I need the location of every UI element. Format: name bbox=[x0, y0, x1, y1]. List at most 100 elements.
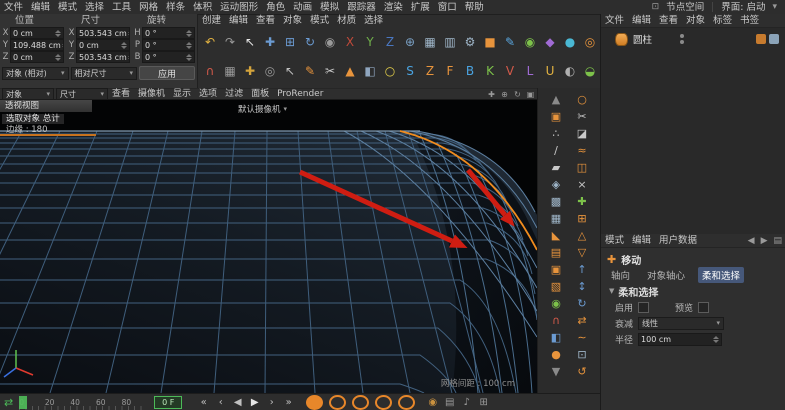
environment-icon[interactable]: ◒ bbox=[580, 59, 600, 83]
size-x-field[interactable]: 503.543 cm bbox=[76, 27, 130, 39]
om-menu-item-5[interactable]: 书签 bbox=[736, 14, 763, 27]
palette-menu-item-3[interactable]: 对象 bbox=[279, 14, 306, 27]
render-picture-icon[interactable]: ▥ bbox=[440, 30, 460, 54]
close-hole-icon[interactable]: ○ bbox=[572, 91, 592, 108]
key-rotation-icon[interactable] bbox=[375, 394, 393, 410]
dissolve-icon[interactable]: × bbox=[572, 176, 592, 193]
main-menu-item-12[interactable]: 跟踪器 bbox=[343, 1, 380, 14]
live-selection-icon[interactable]: ↖ bbox=[240, 30, 260, 54]
main-menu-item-5[interactable]: 网格 bbox=[135, 1, 162, 14]
main-menu-item-9[interactable]: 角色 bbox=[262, 1, 289, 14]
array-icon[interactable]: ⊡ bbox=[572, 346, 592, 363]
plane-cut-icon[interactable]: ◪ bbox=[572, 125, 592, 142]
record-keyframe-icon[interactable] bbox=[306, 394, 324, 410]
loop-cut-icon[interactable]: ≈ bbox=[572, 142, 592, 159]
solo-icon[interactable]: ◎ bbox=[260, 59, 280, 83]
letter-f-icon[interactable]: F bbox=[440, 59, 460, 83]
inner-extrude-icon[interactable]: ▣ bbox=[546, 261, 566, 278]
untriangulate-icon[interactable]: ▽ bbox=[572, 244, 592, 261]
play-icon[interactable]: ▶ bbox=[246, 395, 263, 410]
om-menu-item-1[interactable]: 编辑 bbox=[628, 14, 655, 27]
coord-system-icon[interactable]: ⊕ bbox=[400, 30, 420, 54]
bevel-tool-icon[interactable]: ◣ bbox=[546, 227, 566, 244]
rotation-p-field[interactable]: 0 ° bbox=[142, 39, 195, 51]
undo-icon[interactable]: ↶ bbox=[200, 30, 220, 54]
axis-z-icon[interactable]: Z bbox=[380, 30, 400, 54]
axis-x-icon[interactable]: X bbox=[340, 30, 360, 54]
palette-menu-item-2[interactable]: 查看 bbox=[252, 14, 279, 27]
tab-object-axis[interactable]: 对象轴心 bbox=[643, 267, 689, 283]
main-menu-item-10[interactable]: 动画 bbox=[289, 1, 316, 14]
snap-icon[interactable]: ∩ bbox=[200, 59, 220, 83]
phong-tag-icon[interactable] bbox=[756, 34, 766, 44]
rotation-b-field[interactable]: 0 ° bbox=[142, 51, 195, 63]
viewport-menu-item-6[interactable]: ProRender bbox=[273, 88, 327, 101]
position-x-field[interactable]: 0 cm bbox=[10, 27, 64, 39]
prev-frame-icon[interactable]: ◀ bbox=[229, 395, 246, 410]
light-icon[interactable]: ○ bbox=[380, 59, 400, 83]
viewport-menu-item-5[interactable]: 面板 bbox=[247, 88, 273, 101]
polygon-pen-icon[interactable]: ✎ bbox=[300, 59, 320, 83]
size-y-field[interactable]: 0 cm bbox=[76, 39, 130, 51]
preview-checkbox[interactable] bbox=[698, 301, 710, 313]
rotation-h-field[interactable]: 0 ° bbox=[142, 27, 195, 39]
cube-primitive-icon[interactable]: ■ bbox=[480, 30, 500, 54]
triangulate-icon[interactable]: △ bbox=[572, 227, 592, 244]
pen-spline-icon[interactable]: ✎ bbox=[500, 30, 520, 54]
points-mode-icon[interactable]: ∴ bbox=[546, 125, 566, 142]
optimize-icon[interactable]: ✚ bbox=[572, 193, 592, 210]
history-forward-icon[interactable]: ▶ bbox=[758, 236, 771, 246]
main-menu-item-14[interactable]: 扩展 bbox=[407, 1, 434, 14]
extrude-tool-icon[interactable]: ▤ bbox=[546, 244, 566, 261]
camera-label[interactable]: 默认摄像机 ▾ bbox=[238, 103, 287, 115]
panel-options-icon[interactable]: ▤ bbox=[770, 236, 785, 246]
palette-menu-item-4[interactable]: 模式 bbox=[306, 14, 333, 27]
main-menu-item-16[interactable]: 帮助 bbox=[461, 1, 488, 14]
bend-deformer-icon[interactable]: ◆ bbox=[540, 30, 560, 54]
texture-mode-icon[interactable]: ▩ bbox=[546, 193, 566, 210]
redo-icon[interactable]: ↷ bbox=[220, 30, 240, 54]
letter-z-icon[interactable]: Z bbox=[420, 59, 440, 83]
timeline-ruler[interactable]: 020406080 bbox=[19, 394, 148, 410]
viewport-menu-item-0[interactable]: 查看 bbox=[108, 88, 134, 101]
go-start-icon[interactable]: « bbox=[195, 395, 212, 410]
autokey-icon[interactable]: ◉ bbox=[424, 395, 441, 410]
position-y-field[interactable]: 109.488 cm bbox=[10, 39, 64, 51]
palette-menu-item-5[interactable]: 材质 bbox=[333, 14, 360, 27]
section-collapse-icon[interactable]: ▼ bbox=[609, 287, 614, 295]
mirror-tool-icon[interactable]: ◧ bbox=[546, 329, 566, 346]
palette-menu-item-6[interactable]: 选择 bbox=[360, 14, 387, 27]
am-menu-item-2[interactable]: 用户数据 bbox=[655, 234, 701, 247]
viewport-sub-dropdown-2[interactable]: 尺寸 ▾ bbox=[56, 88, 108, 100]
move-tool-icon[interactable]: ✚ bbox=[260, 30, 280, 54]
knife-icon[interactable]: ✂ bbox=[320, 59, 340, 83]
main-menu-item-7[interactable]: 体积 bbox=[189, 1, 216, 14]
letter-b-icon[interactable]: B bbox=[460, 59, 480, 83]
position-z-field[interactable]: 0 cm bbox=[10, 51, 64, 63]
main-menu-item-13[interactable]: 渲染 bbox=[380, 1, 407, 14]
split-icon[interactable]: ◫ bbox=[572, 159, 592, 176]
go-end-icon[interactable]: » bbox=[280, 395, 297, 410]
magnify-icon[interactable]: ⊞ bbox=[475, 395, 492, 410]
tweak-icon[interactable]: ↖ bbox=[280, 59, 300, 83]
key-parameter-icon[interactable] bbox=[398, 394, 416, 410]
scroll-down-icon[interactable]: ▼ bbox=[546, 363, 566, 380]
tab-axis[interactable]: 轴向 bbox=[607, 267, 634, 283]
line-cut-icon[interactable]: ✂ bbox=[572, 108, 592, 125]
polygons-mode-icon[interactable]: ▰ bbox=[546, 159, 566, 176]
playhead[interactable] bbox=[19, 396, 28, 409]
main-menu-item-1[interactable]: 编辑 bbox=[27, 1, 54, 14]
selection-tag-icon[interactable] bbox=[769, 34, 779, 44]
node-space-selector[interactable]: 节点空间 bbox=[662, 1, 708, 14]
viewport-tab[interactable]: 透视视图 bbox=[0, 100, 92, 112]
key-position-icon[interactable] bbox=[329, 394, 347, 410]
workplane-icon[interactable]: ▦ bbox=[220, 59, 240, 83]
viewport-sub-dropdown-1[interactable]: 对象 ▾ bbox=[2, 88, 54, 100]
field-icon[interactable]: ◎ bbox=[580, 30, 600, 54]
coord-size-dropdown[interactable]: 相对尺寸 ▾ bbox=[70, 66, 137, 80]
visibility-dots[interactable] bbox=[680, 34, 685, 44]
slide-icon[interactable]: ⇄ bbox=[572, 312, 592, 329]
render-settings-icon[interactable]: ⚙ bbox=[460, 30, 480, 54]
view-zoom-icon[interactable]: ⊕ bbox=[498, 89, 511, 100]
letter-v-icon[interactable]: V bbox=[500, 59, 520, 83]
